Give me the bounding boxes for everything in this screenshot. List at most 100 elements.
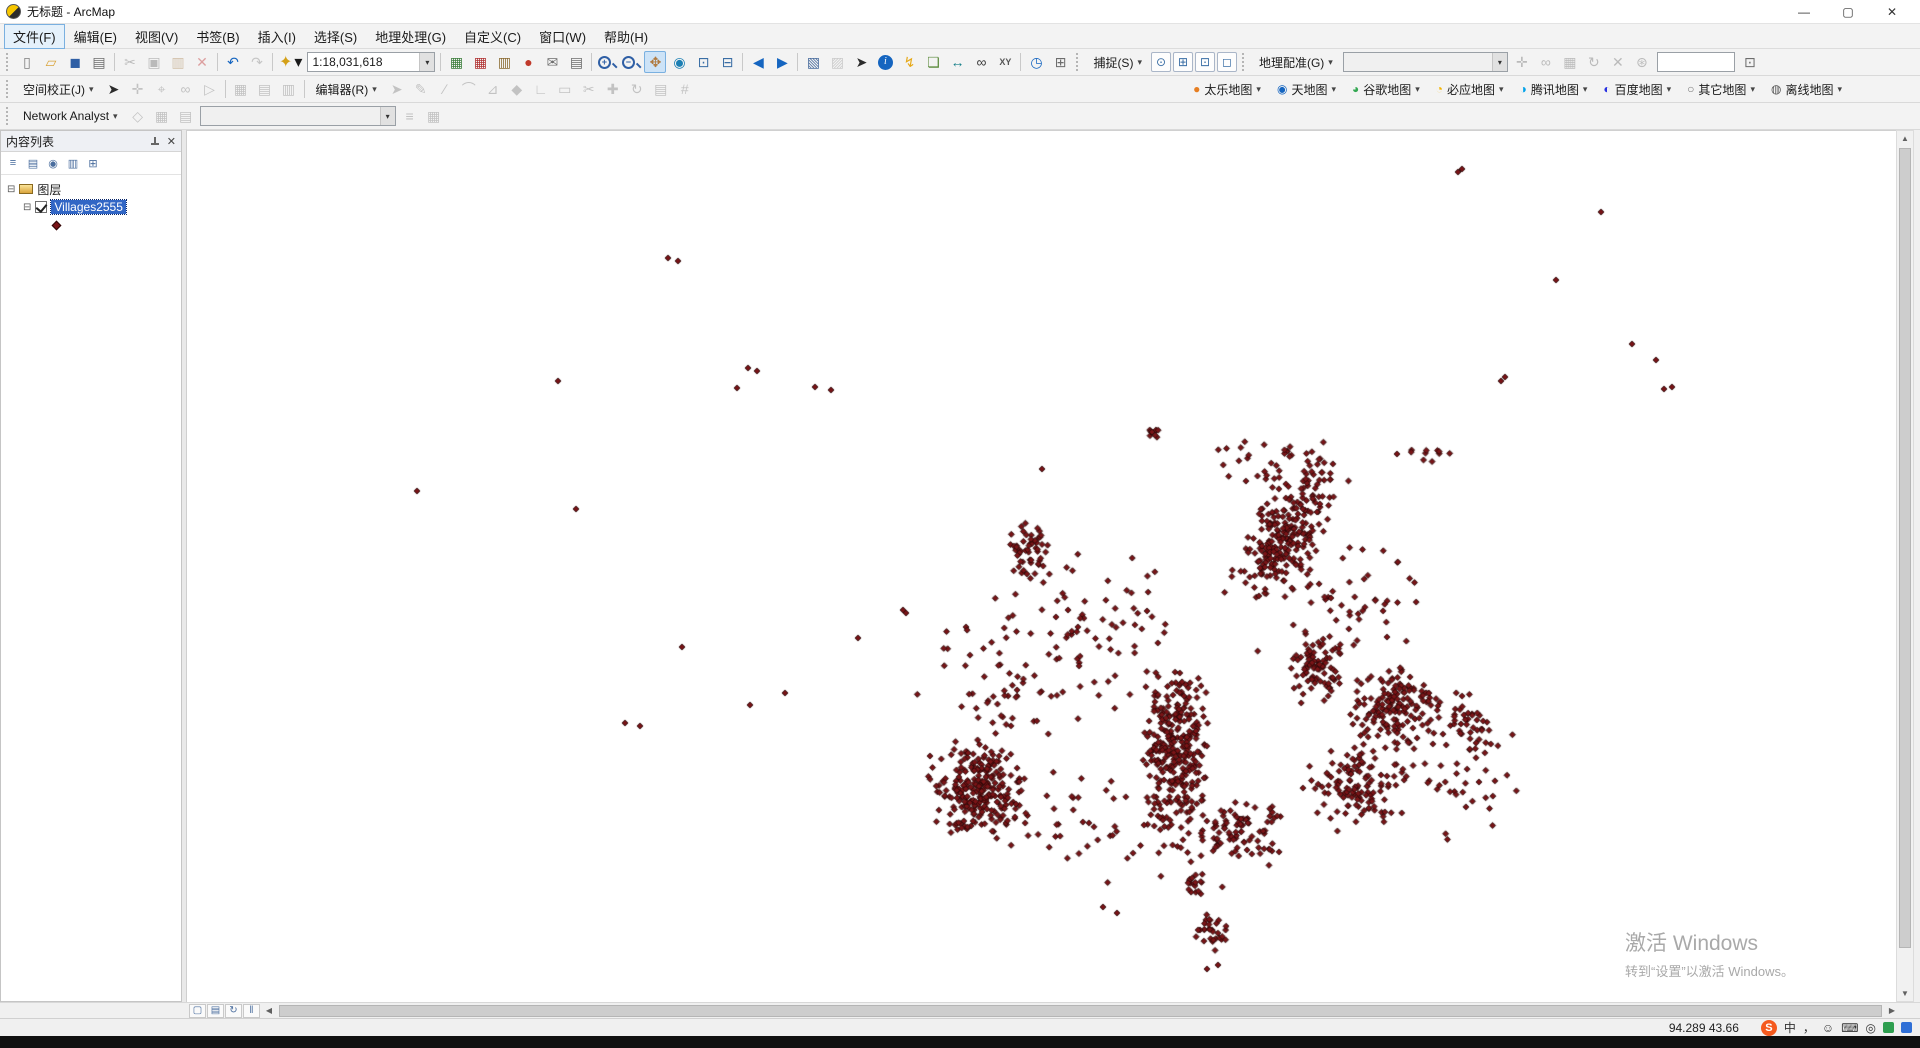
- delete-icon[interactable]: ✕: [191, 51, 213, 73]
- list-by-source-icon[interactable]: ▤: [24, 154, 42, 172]
- snap-point-icon[interactable]: ⊙: [1151, 52, 1171, 72]
- bing-maps-dropdown[interactable]: ◔必应地图▾: [1429, 78, 1511, 100]
- tianditu-dropdown[interactable]: ◉天地图▾: [1270, 78, 1343, 100]
- menu-item-5[interactable]: 插入(I): [250, 25, 304, 48]
- new-document-icon[interactable]: ▯: [16, 51, 38, 73]
- list-by-drawing-order-icon[interactable]: ≡: [4, 154, 22, 172]
- layer-symbol-icon[interactable]: [52, 220, 62, 230]
- map-horizontal-scrollbar[interactable]: ▢▤↻‖ ◀ ▶: [0, 1002, 1920, 1018]
- edit-vertices-icon[interactable]: ∟: [530, 78, 552, 100]
- edit-annotation-icon[interactable]: ✎: [410, 78, 432, 100]
- list-by-selection-icon[interactable]: ▥: [64, 154, 82, 172]
- multiple-links-icon[interactable]: ∞: [175, 78, 197, 100]
- google-maps-dropdown[interactable]: ◕谷歌地图▾: [1345, 78, 1427, 100]
- tailemap-dropdown[interactable]: ●太乐地图▾: [1186, 78, 1268, 100]
- layer-expander-icon[interactable]: ⊟: [23, 202, 31, 213]
- georef-rotate-icon[interactable]: ↻: [1583, 51, 1605, 73]
- trace-icon[interactable]: ⊿: [482, 78, 504, 100]
- zoom-out-icon[interactable]: −: [620, 51, 642, 73]
- hyperlink-icon[interactable]: ↯: [898, 51, 920, 73]
- menu-item-2[interactable]: 编辑(E): [66, 25, 125, 48]
- network-directions-icon[interactable]: ▤: [175, 105, 197, 127]
- snap-vertex-icon[interactable]: ⊡: [1195, 52, 1215, 72]
- undo-icon[interactable]: ↶: [222, 51, 244, 73]
- network-layer-combo[interactable]: ▾: [200, 106, 396, 126]
- reshape-icon[interactable]: ▭: [554, 78, 576, 100]
- edit-toolbar-toggle-icon[interactable]: ▦: [445, 51, 467, 73]
- layers-group-label[interactable]: 图层: [37, 181, 61, 198]
- scroll-up-icon[interactable]: ▲: [1897, 131, 1913, 146]
- maximize-button[interactable]: ▢: [1826, 0, 1870, 23]
- redo-icon[interactable]: ↷: [246, 51, 268, 73]
- close-button[interactable]: ✕: [1870, 0, 1914, 23]
- minimize-button[interactable]: —: [1782, 0, 1826, 23]
- layout-view-button[interactable]: ▤: [207, 1004, 224, 1018]
- app-blue-icon[interactable]: [1901, 1022, 1912, 1033]
- edit-tool-icon[interactable]: ➤: [386, 78, 408, 100]
- save-icon[interactable]: ◼: [64, 51, 86, 73]
- menu-item-10[interactable]: 帮助(H): [596, 25, 656, 48]
- new-displacement-link-icon[interactable]: ✛: [127, 78, 149, 100]
- editor-dropdown[interactable]: 编辑器(R)▾: [309, 78, 384, 100]
- attributes-icon[interactable]: ▤: [650, 78, 672, 100]
- menu-item-8[interactable]: 自定义(C): [456, 25, 529, 48]
- measure-icon[interactable]: ↔: [946, 51, 968, 73]
- georef-viewer-icon[interactable]: ⊡: [1739, 51, 1761, 73]
- scroll-down-icon[interactable]: ▼: [1897, 986, 1913, 1001]
- adjust-select-icon[interactable]: ➤: [103, 78, 125, 100]
- find-icon[interactable]: ∞: [970, 51, 992, 73]
- georef-delete-links-icon[interactable]: ✕: [1607, 51, 1629, 73]
- edge-match-icon[interactable]: ▤: [254, 78, 276, 100]
- network-analyst-dropdown[interactable]: Network Analyst▾: [16, 105, 125, 127]
- georeferencing-dropdown[interactable]: 地理配准(G)▾: [1252, 51, 1340, 73]
- snap-edge-icon[interactable]: ◻: [1217, 52, 1237, 72]
- layers-expander-icon[interactable]: ⊟: [7, 184, 15, 195]
- spatial-adjustment-dropdown[interactable]: 空间校正(J)▾: [16, 78, 101, 100]
- fixed-zoom-in-icon[interactable]: ⊡: [692, 51, 714, 73]
- scroll-right-icon[interactable]: ▶: [1884, 1003, 1900, 1018]
- mail-icon[interactable]: ✉: [541, 51, 563, 73]
- menu-item-9[interactable]: 窗口(W): [531, 25, 594, 48]
- other-maps-dropdown[interactable]: ○其它地图▾: [1680, 78, 1762, 100]
- go-to-xy-icon[interactable]: XY: [994, 51, 1016, 73]
- menu-item-3[interactable]: 视图(V): [127, 25, 186, 48]
- georef-layer-combo[interactable]: ▾: [1343, 52, 1508, 72]
- attribute-transfer-icon[interactable]: ▥: [278, 78, 300, 100]
- toc-options-icon[interactable]: ⊞: [84, 154, 102, 172]
- cut-icon[interactable]: ✂: [119, 51, 141, 73]
- network-build-icon[interactable]: ≡: [399, 105, 421, 127]
- view-link-table-icon[interactable]: ▦: [230, 78, 252, 100]
- select-features-icon[interactable]: ▧: [802, 51, 824, 73]
- layer-name[interactable]: Villages2555: [51, 200, 126, 214]
- georef-links-icon[interactable]: ∞: [1535, 51, 1557, 73]
- map-canvas[interactable]: [187, 131, 1896, 1002]
- catalog-window-icon[interactable]: ▥: [493, 51, 515, 73]
- baidu-maps-dropdown[interactable]: ◐百度地图▾: [1596, 78, 1678, 100]
- network-window-icon[interactable]: ▦: [151, 105, 173, 127]
- print-icon[interactable]: ▤: [88, 51, 110, 73]
- identify-icon[interactable]: i: [874, 51, 896, 73]
- punctuation-icon[interactable]: ，: [1803, 1022, 1815, 1034]
- list-by-visibility-icon[interactable]: ◉: [44, 154, 62, 172]
- endpoint-arc-icon[interactable]: ⌒: [458, 78, 480, 100]
- refresh-view-button[interactable]: ↻: [225, 1004, 242, 1018]
- georef-auto-icon[interactable]: ⊛: [1631, 51, 1653, 73]
- vertical-scroll-thumb[interactable]: [1899, 148, 1911, 948]
- snapping-dropdown[interactable]: 捕捉(S)▾: [1086, 51, 1149, 73]
- menu-item-6[interactable]: 选择(S): [306, 25, 365, 48]
- georef-rotation-input[interactable]: [1657, 52, 1735, 72]
- rotate-tool-icon[interactable]: ↻: [626, 78, 648, 100]
- clear-selection-icon[interactable]: ▨: [826, 51, 848, 73]
- copy-icon[interactable]: ▣: [143, 51, 165, 73]
- open-folder-icon[interactable]: ▱: [40, 51, 62, 73]
- pause-drawing-button[interactable]: ‖: [243, 1004, 260, 1018]
- python-window-icon[interactable]: ▤: [565, 51, 587, 73]
- map-scale-combo[interactable]: 1:18,031,618▾: [307, 52, 435, 72]
- forward-extent-icon[interactable]: ▶: [771, 51, 793, 73]
- fixed-zoom-out-icon[interactable]: ⊟: [716, 51, 738, 73]
- straight-segment-icon[interactable]: ∕: [434, 78, 456, 100]
- ime-mode-icon[interactable]: 中: [1784, 1022, 1796, 1034]
- split-icon[interactable]: ✚: [602, 78, 624, 100]
- offline-maps-dropdown[interactable]: ◍离线地图▾: [1764, 78, 1849, 100]
- app-green-icon[interactable]: [1883, 1022, 1894, 1033]
